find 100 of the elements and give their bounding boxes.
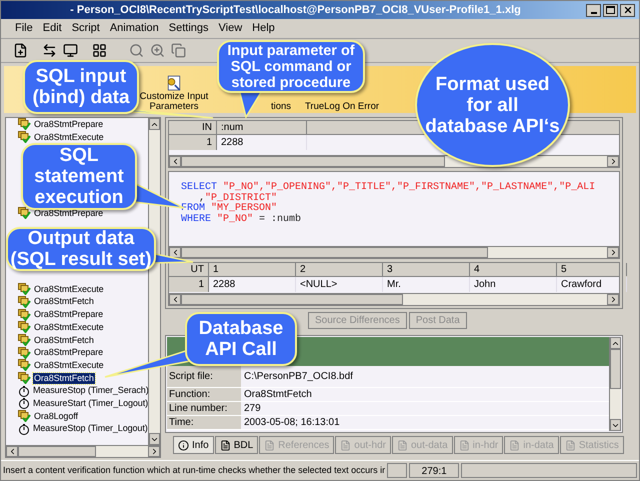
field-value: C:\PersonPB7_OCI8.bdf (243, 370, 354, 384)
column-header[interactable]: 2 (296, 263, 383, 276)
field-value: 2003-05-08; 16:13:01 (243, 416, 341, 430)
tree-item[interactable]: Ora8StmtExecute (33, 360, 105, 371)
menu-item[interactable]: Help (252, 20, 275, 37)
column-header[interactable]: 1 (209, 263, 296, 276)
folders-check-icon (18, 131, 31, 144)
tree-item[interactable]: Ora8StmtPrepare (33, 208, 104, 219)
status-message: Insert a content verification function which at run-time checks whether the selected text occurs ir (3, 464, 386, 477)
tree-item[interactable]: Ora8StmtPrepare (33, 118, 104, 130)
tree-item[interactable]: Ora8StmtPrepare (33, 309, 104, 320)
table-cell: Mr. (383, 277, 470, 292)
column-header[interactable]: 3 (383, 263, 470, 276)
callout: Database API Call (185, 312, 297, 366)
table-cell: Crawford (557, 277, 627, 292)
folders-check-icon (18, 359, 31, 372)
field-label: Script file: (167, 366, 241, 387)
tab[interactable]: BDL (214, 436, 258, 454)
callout: Output data (SQL result set) (6, 227, 156, 271)
document-icon (264, 440, 276, 450)
code-line: WHERE "P_NO" = :numb (181, 214, 302, 225)
stopwatch-icon (18, 397, 30, 410)
new-file-icon[interactable] (13, 43, 28, 58)
document-icon (396, 440, 408, 450)
tree-item[interactable]: Ora8Logoff (33, 410, 79, 422)
folders-check-icon (18, 346, 31, 359)
tree-item[interactable]: Ora8StmtFetch (33, 372, 95, 384)
table-cell: 2288 (217, 135, 307, 150)
document-gear-icon (165, 75, 183, 92)
tree-item[interactable]: Ora8StmtExecute (33, 322, 105, 333)
folders-check-icon (18, 283, 31, 296)
minimize-button[interactable] (586, 4, 601, 16)
tree-item[interactable]: Ora8StmtExecute (33, 132, 105, 143)
close-button[interactable] (620, 4, 635, 16)
table-cell: <NULL> (296, 277, 383, 292)
tree-item[interactable]: Ora8StmtPrepare (33, 347, 104, 358)
search-icon[interactable] (129, 43, 144, 58)
code-line: FROM "MY_PERSON" (181, 204, 278, 214)
zoom-icon[interactable] (150, 43, 165, 58)
folders-check-icon (18, 207, 31, 220)
menu-item[interactable]: Script (72, 20, 100, 37)
stopwatch-icon (18, 422, 30, 435)
field-label: Line number: (167, 402, 241, 415)
horizontal-scrollbar[interactable] (169, 293, 619, 305)
document-icon (220, 440, 231, 450)
menu-item[interactable]: File (15, 20, 33, 37)
close-icon (622, 5, 632, 15)
folders-check-icon (18, 118, 31, 130)
table-cell: John (470, 277, 557, 292)
tree-item[interactable]: Ora8StmtFetch (33, 296, 95, 308)
document-icon (564, 440, 576, 450)
horizontal-scrollbar[interactable] (6, 445, 160, 457)
table-cell: 2288 (209, 277, 296, 292)
tree-item[interactable]: MeasureStop (Timer_Logout) (32, 423, 148, 434)
arrows-icon[interactable] (42, 43, 57, 58)
folders-check-icon (18, 321, 31, 334)
menu-item[interactable]: View (218, 20, 242, 37)
column-header[interactable]: IN (169, 121, 217, 134)
row-number: 1 (169, 277, 209, 292)
column-header[interactable]: :num (217, 121, 307, 134)
horizontal-scrollbar[interactable] (169, 246, 619, 258)
code-line: SELECT "P_NO","P_OPENING","P_TITLE","P_FIRSTNAME","P_LASTNAME","P_ALI (181, 183, 596, 193)
cursor-position: 279:1 (409, 463, 460, 478)
vertical-scrollbar[interactable] (609, 337, 621, 431)
callout: SQL statement execution (21, 143, 137, 210)
field-value: Ora8StmtFetch (243, 388, 313, 402)
menu-item[interactable]: Settings (168, 20, 208, 37)
tree-item[interactable]: Ora8StmtExecute (33, 284, 105, 295)
menu-item[interactable]: Animation (110, 20, 159, 37)
status-panel (387, 463, 408, 478)
ribbon-button[interactable]: TrueLog On Error (302, 102, 382, 112)
tab[interactable]: Info (173, 436, 214, 454)
folders-check-icon (18, 372, 31, 384)
document-icon (340, 440, 352, 450)
document-icon (458, 440, 470, 450)
field-value: 279 (243, 402, 262, 416)
field-label: Function: (167, 388, 241, 401)
stopwatch-icon (18, 384, 30, 397)
copy-icon[interactable] (171, 43, 186, 58)
maximize-icon (606, 6, 615, 14)
folders-check-icon (18, 410, 31, 422)
column-header[interactable]: 4 (470, 263, 557, 276)
maximize-button[interactable] (603, 4, 618, 16)
window-title: - Person_OCI8\RecentTryScriptTest\localhost@PersonPB7_OCI8_VUser-Profile1_1.xlg (69, 2, 522, 18)
field-label: Time: (167, 416, 241, 429)
info-icon (178, 440, 189, 450)
ribbon-button[interactable]: tions (266, 102, 296, 112)
row-number: 1 (169, 135, 217, 150)
document-icon (509, 440, 520, 450)
column-header[interactable]: 5 (557, 263, 627, 276)
menu-item[interactable]: Edit (42, 20, 62, 37)
folders-check-icon (18, 308, 31, 321)
code-line: ,"P_DISTRICT" (199, 194, 278, 204)
tree-item[interactable]: Ora8StmtFetch (33, 334, 95, 346)
folders-check-icon (18, 334, 31, 346)
monitor-icon[interactable] (63, 43, 78, 58)
tree-item[interactable]: MeasureStart (Timer_Logout) (32, 398, 148, 409)
grid-icon[interactable] (92, 43, 107, 58)
tree-item[interactable]: MeasureStop (Timer_Serach) (32, 385, 148, 396)
folders-check-icon (18, 296, 31, 308)
